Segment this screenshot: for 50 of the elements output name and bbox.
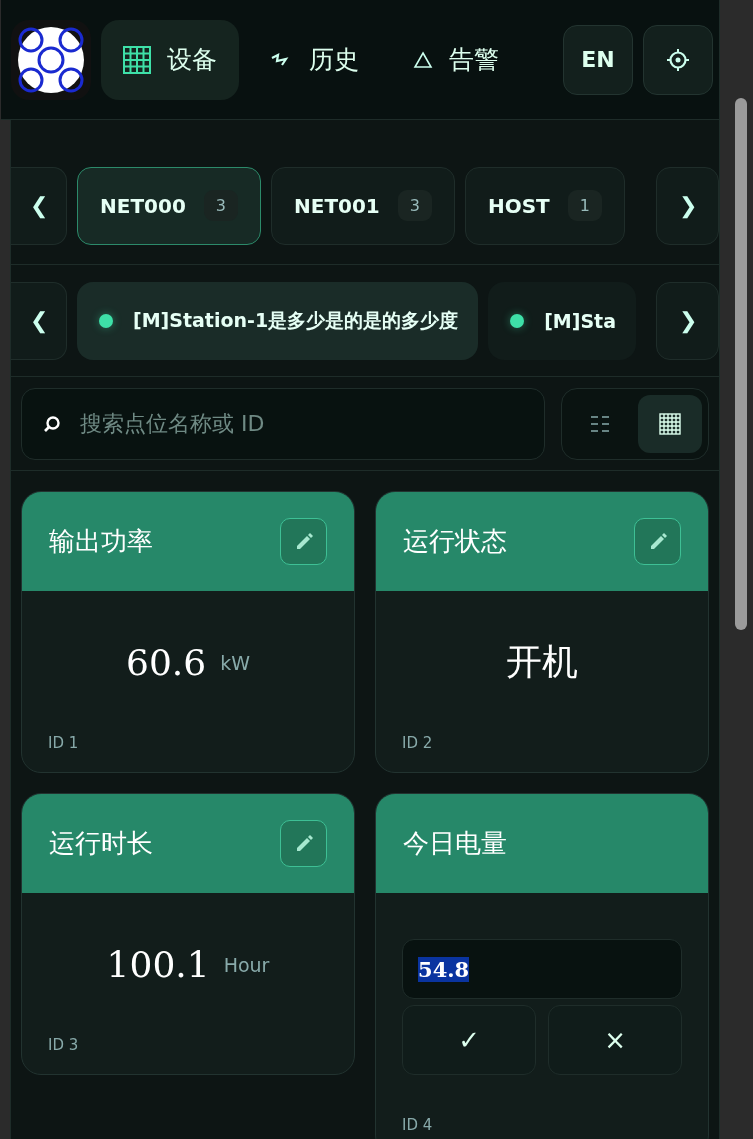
group-name: NET000 (100, 193, 186, 218)
search-icon (43, 414, 61, 433)
group-tab[interactable]: NET000 3 (77, 166, 261, 245)
list-icon (590, 413, 611, 434)
warning-icon (413, 50, 433, 69)
group-tab[interactable]: HOST 1 (464, 166, 625, 245)
nav-tab[interactable]: 告警 (391, 19, 521, 100)
station-tab[interactable]: [M]Sta (488, 281, 637, 360)
value-text: 100.1 (106, 944, 210, 985)
station-tab[interactable]: [M]Station-1是多少是的是的多少度 (77, 281, 479, 360)
card-title: 运行时长 (49, 827, 153, 860)
next-button[interactable]: ❯ (656, 166, 720, 245)
value-text: 开机 (506, 640, 579, 684)
previous-button[interactable]: ❮ (11, 281, 67, 360)
value-input-field[interactable]: 54.8 (402, 939, 683, 999)
count-badge: 3 (203, 190, 238, 221)
grid-icon (123, 45, 151, 74)
confirm-button[interactable]: ✓ (402, 1005, 537, 1075)
point-id: ID 2 (402, 734, 434, 752)
settings-icon (666, 47, 691, 72)
grid-icon (659, 412, 682, 435)
previous-button[interactable]: ❮ (11, 166, 67, 245)
unit-text: Hour (223, 953, 270, 976)
cancel-button[interactable]: × (548, 1005, 683, 1075)
nav-tab[interactable]: 历史 (249, 19, 381, 100)
grid-view-button[interactable] (638, 394, 703, 453)
card-title: 输出功率 (49, 525, 153, 558)
unit-text: kW (220, 651, 250, 674)
card-title: 今日电量 (403, 827, 508, 860)
count-badge: 3 (397, 190, 432, 221)
search-field[interactable]: 搜索点位名称或 ID (21, 387, 546, 460)
group-name: HOST (487, 193, 550, 218)
count-badge: 1 (567, 190, 602, 221)
edit-button[interactable] (280, 820, 328, 867)
group-tab[interactable]: NET001 3 (271, 166, 455, 245)
station-name: [M]Sta (544, 309, 617, 332)
next-button[interactable]: ❯ (656, 281, 720, 360)
logo-icon (11, 19, 91, 100)
group-name: NET001 (294, 193, 380, 218)
edit-button[interactable] (280, 518, 328, 565)
language-button[interactable]: EN (563, 24, 634, 95)
point-id: ID 1 (48, 734, 80, 752)
value-text: 60.6 (126, 642, 207, 683)
settings-button[interactable] (643, 24, 714, 95)
point-id: ID 3 (48, 1036, 80, 1054)
point-id: ID 4 (402, 1116, 434, 1134)
card-title: 运行状态 (403, 525, 508, 558)
nav-tab[interactable]: 设备 (101, 19, 239, 100)
edit-button[interactable] (634, 518, 682, 565)
station-name: [M]Station-1是多少是的是的多少度 (133, 307, 459, 333)
